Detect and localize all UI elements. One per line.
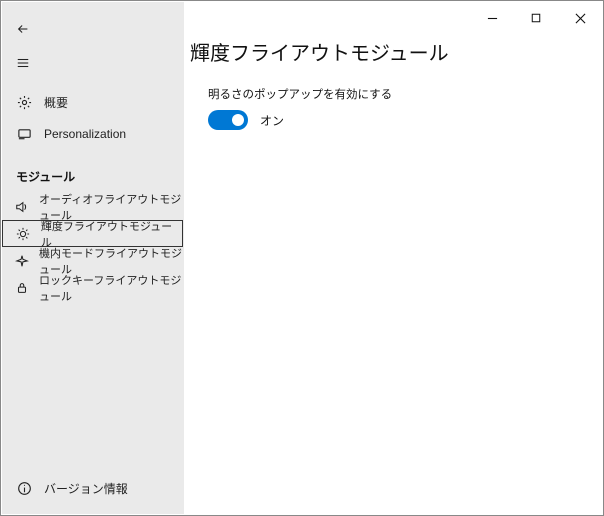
maximize-button[interactable] — [514, 4, 558, 32]
sidebar-nav: 概要 Personalization — [2, 86, 183, 150]
setting-label: 明るさのポップアップを有効にする — [208, 86, 602, 102]
hamburger-icon — [16, 56, 30, 70]
hamburger-button[interactable] — [4, 46, 42, 80]
sidebar-top — [2, 12, 183, 80]
sidebar-section-header: モジュール — [2, 150, 183, 193]
sidebar-item-airplane-module[interactable]: 機内モードフライアウトモジュール — [2, 247, 183, 274]
close-button[interactable] — [558, 4, 602, 32]
speaker-icon — [15, 200, 29, 214]
toggle-row: オン — [208, 110, 602, 130]
info-icon — [16, 481, 32, 496]
app-window: 概要 Personalization モジュール オーディオフライアウトモジュー… — [1, 1, 603, 515]
lock-icon — [15, 281, 29, 295]
sidebar-item-label: ロックキーフライアウトモジュール — [39, 272, 182, 304]
sidebar-item-overview[interactable]: 概要 — [2, 86, 183, 118]
back-arrow-icon — [16, 22, 30, 36]
toggle-knob — [232, 114, 244, 126]
personalization-icon — [16, 127, 32, 142]
minimize-icon — [487, 13, 498, 24]
close-icon — [575, 13, 586, 24]
sidebar-bottom: バージョン情報 — [2, 472, 183, 514]
gear-icon — [16, 95, 32, 110]
toggle-value-text: オン — [260, 112, 284, 129]
content-pane: 輝度フライアウトモジュール 明るさのポップアップを有効にする オン — [184, 32, 602, 514]
sidebar-item-personalization[interactable]: Personalization — [2, 118, 183, 150]
sidebar-modules: オーディオフライアウトモジュール 輝度フライアウトモジュール 機内モードフライア… — [2, 193, 183, 301]
sidebar-item-lockkeys-module[interactable]: ロックキーフライアウトモジュール — [2, 274, 183, 301]
maximize-icon — [531, 13, 541, 23]
brightness-icon — [15, 227, 31, 241]
back-button[interactable] — [4, 12, 42, 46]
settings-block: 明るさのポップアップを有効にする オン — [184, 86, 602, 130]
page-title: 輝度フライアウトモジュール — [184, 37, 602, 86]
minimize-button[interactable] — [470, 4, 514, 32]
airplane-icon — [15, 254, 29, 268]
sidebar-item-label: バージョン情報 — [44, 480, 128, 497]
sidebar: 概要 Personalization モジュール オーディオフライアウトモジュー… — [2, 2, 184, 514]
sidebar-item-label: Personalization — [44, 127, 126, 141]
brightness-popup-toggle[interactable] — [208, 110, 248, 130]
app-body: 概要 Personalization モジュール オーディオフライアウトモジュー… — [2, 32, 602, 514]
sidebar-item-audio-module[interactable]: オーディオフライアウトモジュール — [2, 193, 183, 220]
sidebar-item-about[interactable]: バージョン情報 — [2, 472, 183, 504]
sidebar-item-label: 概要 — [44, 94, 68, 111]
sidebar-item-brightness-module[interactable]: 輝度フライアウトモジュール — [2, 220, 183, 247]
